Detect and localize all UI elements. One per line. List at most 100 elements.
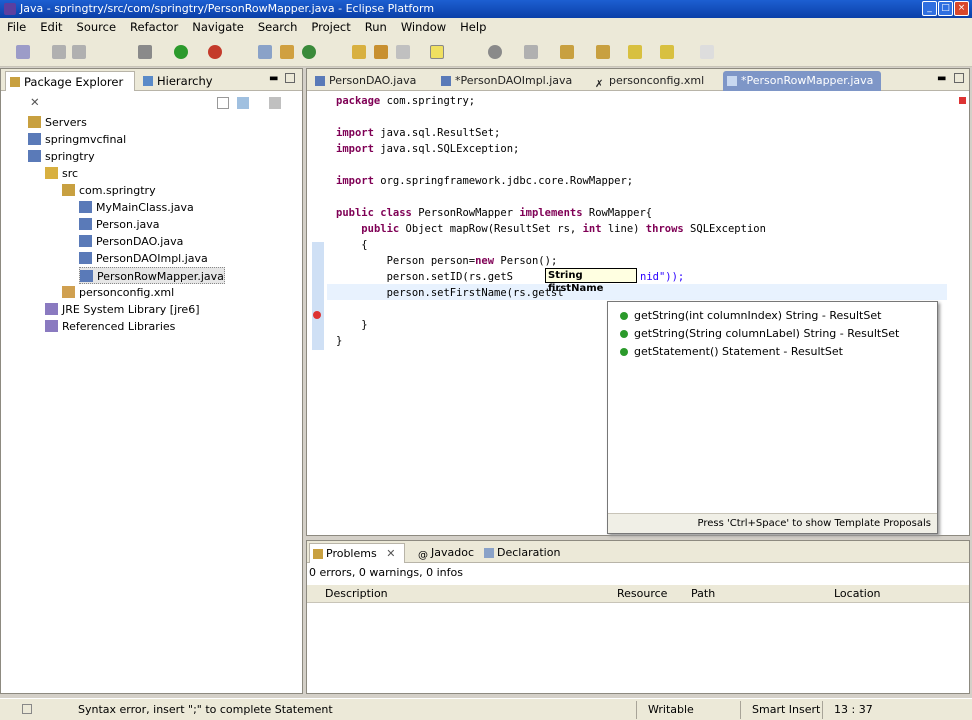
new-package-icon[interactable] (280, 45, 294, 59)
tree-item[interactable]: Person.java (79, 216, 160, 233)
menu-file[interactable]: File (0, 18, 33, 37)
annotation-icon[interactable] (488, 45, 502, 59)
menu-run[interactable]: Run (358, 18, 394, 37)
menu-navigate[interactable]: Navigate (185, 18, 251, 37)
open-task-icon[interactable] (374, 45, 388, 59)
open-type-icon[interactable] (352, 45, 366, 59)
close-tab-icon[interactable]: ✕ (30, 95, 40, 109)
tab-label: personconfig.xml (609, 74, 705, 87)
forward-icon[interactable] (660, 45, 674, 59)
minimize-button[interactable]: _ (922, 1, 937, 16)
code-line[interactable]: Person person=new Person(); (336, 253, 558, 269)
tab-javadoc[interactable]: @ Javadoc (415, 543, 479, 563)
minimize-view-icon[interactable]: ▬ (269, 73, 278, 84)
maximize-view-icon[interactable] (285, 73, 295, 83)
tree-item[interactable]: personconfig.xml (62, 284, 174, 301)
overview-error-icon[interactable] (959, 97, 966, 104)
new-class-icon[interactable] (302, 45, 316, 59)
java-file-icon (79, 252, 92, 264)
menu-project[interactable]: Project (304, 18, 357, 37)
minimize-editor-icon[interactable]: ▬ (937, 73, 946, 84)
menu-source[interactable]: Source (70, 18, 124, 37)
tree-item[interactable]: Referenced Libraries (45, 318, 175, 335)
back-icon[interactable] (628, 45, 642, 59)
tree-item[interactable]: springmvcfinal (28, 131, 126, 148)
tab-personrowmapper[interactable]: *PersonRowMapper.java ✕ (723, 71, 881, 107)
maximize-editor-icon[interactable] (954, 73, 964, 83)
tab-persondaoimpl[interactable]: *PersonDAOImpl.java (437, 71, 577, 91)
tab-label: Package Explorer (24, 75, 124, 89)
code-line[interactable]: } (336, 333, 342, 349)
library-icon (45, 303, 58, 315)
tab-problems[interactable]: Problems ✕ (309, 543, 405, 563)
fast-view-icon[interactable] (22, 704, 32, 714)
proposal-label: getString(String columnLabel) String - R… (634, 327, 900, 340)
proposal-item[interactable]: getStatement() Statement - ResultSet (618, 344, 843, 360)
code-line[interactable]: import org.springframework.jdbc.core.Row… (336, 173, 633, 189)
tab-personconfig[interactable]: ✗ personconfig.xml (591, 71, 711, 91)
error-marker-icon[interactable] (313, 311, 321, 319)
debug-icon[interactable] (138, 45, 152, 59)
save-icon[interactable] (52, 45, 66, 59)
tab-persondao[interactable]: PersonDAO.java (311, 71, 429, 91)
code-line[interactable]: { (336, 237, 367, 253)
tree-item[interactable]: com.springtry (62, 182, 156, 199)
new-icon[interactable] (16, 45, 30, 59)
menu-search[interactable]: Search (251, 18, 305, 37)
menu-refactor[interactable]: Refactor (123, 18, 185, 37)
menu-window[interactable]: Window (394, 18, 453, 37)
tree-item[interactable]: springtry (28, 148, 95, 165)
column-location[interactable]: Location (834, 585, 881, 603)
print-icon[interactable] (72, 45, 86, 59)
link-with-editor-icon[interactable] (237, 97, 249, 109)
external-tools-icon[interactable] (208, 45, 222, 59)
code-line[interactable]: public class PersonRowMapper implements … (336, 205, 652, 221)
column-description[interactable]: Description (325, 585, 388, 603)
java-file-icon (79, 201, 92, 213)
menu-bar: File Edit Source Refactor Navigate Search Proj… (0, 18, 972, 37)
tree-item[interactable]: JRE System Library [jre6] (45, 301, 200, 318)
column-path[interactable]: Path (691, 585, 715, 603)
proposal-item[interactable]: getString(int columnIndex) String - Resu… (618, 308, 881, 324)
code-line[interactable]: person.setFirstName(rs.getst (336, 285, 564, 301)
code-line[interactable]: person.setID(rs.getS (336, 269, 513, 285)
toggle-mark-occurrences-icon[interactable] (430, 45, 444, 59)
proposal-item[interactable]: getString(String columnLabel) String - R… (618, 326, 899, 342)
column-resource[interactable]: Resource (617, 585, 667, 603)
problems-summary: 0 errors, 0 warnings, 0 infos (309, 566, 463, 579)
status-divider (740, 701, 741, 719)
close-tab-icon[interactable]: ✕ (386, 547, 395, 560)
status-bar: Syntax error, insert ";" to complete Sta… (0, 698, 972, 720)
code-line[interactable]: import java.sql.ResultSet; (336, 125, 500, 141)
java-file-icon (79, 218, 92, 230)
close-tab-icon[interactable]: ✕ (749, 94, 758, 107)
show-whitespace-icon[interactable] (524, 45, 538, 59)
menu-edit[interactable]: Edit (33, 18, 69, 37)
tree-item[interactable]: PersonDAO.java (79, 233, 183, 250)
tab-hierarchy[interactable]: Hierarchy (139, 71, 229, 91)
tree-item[interactable]: src (45, 165, 78, 182)
tree-item[interactable]: Servers (28, 114, 87, 131)
view-menu-icon[interactable] (269, 97, 281, 109)
maximize-button[interactable]: □ (938, 1, 953, 16)
run-icon[interactable] (174, 45, 188, 59)
tree-item[interactable]: PersonRowMapper.java (79, 267, 225, 284)
tab-declaration[interactable]: Declaration (481, 543, 561, 563)
code-line[interactable]: import java.sql.SQLException; (336, 141, 519, 157)
menu-help[interactable]: Help (453, 18, 493, 37)
next-annotation-icon[interactable] (560, 45, 574, 59)
tab-package-explorer[interactable]: Package Explorer ✕ (5, 71, 135, 109)
code-line[interactable]: } (336, 317, 367, 333)
collapse-all-icon[interactable] (217, 97, 229, 109)
tree-item[interactable]: MyMainClass.java (79, 199, 194, 216)
tab-label: Hierarchy (157, 74, 213, 88)
search-icon[interactable] (396, 45, 410, 59)
close-button[interactable]: × (954, 1, 969, 16)
previous-annotation-icon[interactable] (596, 45, 610, 59)
code-line[interactable]: public Object mapRow(ResultSet rs, int l… (336, 221, 766, 237)
code-line-tail[interactable]: nid")); (640, 269, 684, 285)
code-line[interactable]: package com.springtry; (336, 93, 475, 109)
tree-item[interactable]: PersonDAOImpl.java (79, 250, 208, 267)
last-edit-icon[interactable] (700, 45, 714, 59)
new-java-project-icon[interactable] (258, 45, 272, 59)
